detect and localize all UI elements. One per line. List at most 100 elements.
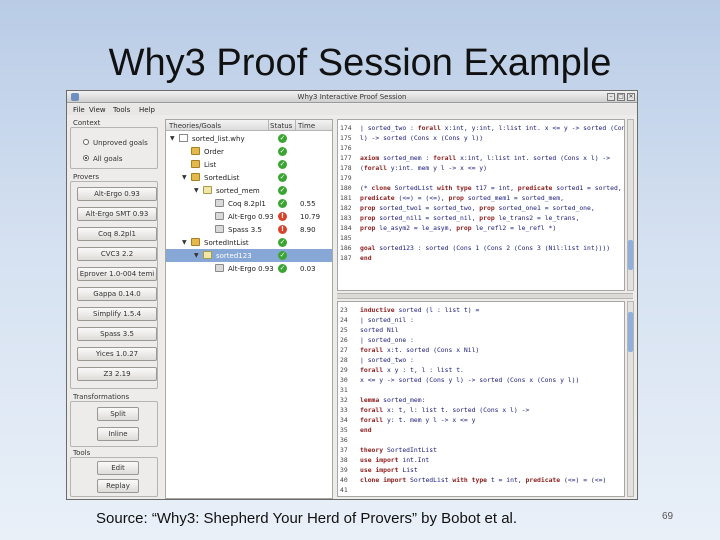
line-number: 25 [340,326,348,334]
slide-number: 69 [662,511,674,522]
line-number: 181 [340,194,352,202]
left-panel: Context Unproved goals All goals Provers… [69,117,161,499]
code-line: 23 inductive sorted (l : list t) = [338,305,624,314]
expander-icon[interactable]: ▼ [194,187,199,194]
code-text: prop sorted_nil1 = sorted_nil, prop le_t… [360,214,580,222]
inline-button[interactable]: Inline [97,427,139,441]
replay-button[interactable]: Replay [97,479,139,493]
failed-status-icon: ! [278,225,287,234]
menu-file[interactable]: File [73,106,85,114]
proved-status-icon: ✓ [278,134,287,143]
prover-alt-ergo-smt-button[interactable]: Alt-Ergo SMT 0.93 [77,207,157,221]
close-icon[interactable]: × [627,93,635,101]
code-line: 33 forall x: t, l: list t. sorted (Cons … [338,405,624,414]
code-line: 179 [338,173,624,182]
code-line: 41 [338,485,624,494]
code-line: 37 theory SortedIntList [338,445,624,454]
expander-icon[interactable]: ▼ [194,252,199,259]
code-text: | sorted_nil : [360,316,414,324]
tree-row[interactable]: List ✓ [166,158,332,171]
tree-row[interactable]: ▼ sorted_list.why ✓ [166,132,332,145]
pane-divider[interactable] [337,293,633,299]
tree-row[interactable]: Order ✓ [166,145,332,158]
code-line: 180 (* clone SortedList with type t17 = … [338,183,624,192]
tree-row[interactable]: ▼ sorted_mem ✓ [166,184,332,197]
code-text: predicate (<=) = (<=), prop sorted_mem1 … [360,194,564,202]
tree-row[interactable]: Alt-Ergo 0.93 ✓ 0.03 [166,262,332,275]
proved-status-icon: ✓ [278,160,287,169]
line-number: 38 [340,456,348,464]
expander-icon[interactable]: ▼ [182,174,187,181]
proved-status-icon: ✓ [278,251,287,260]
code-line: 36 [338,435,624,444]
menu-tools[interactable]: Tools [113,106,130,114]
menu-view[interactable]: View [89,106,106,114]
prover-alt-ergo-button[interactable]: Alt-Ergo 0.93 [77,187,157,201]
prover-spass-button[interactable]: Spass 3.5 [77,327,157,341]
code-text: x <= y -> sorted (Cons y l) -> sorted (C… [360,376,580,384]
expander-icon[interactable]: ▼ [182,239,187,246]
prover-cvc3-button[interactable]: CVC3 2.2 [77,247,157,261]
line-number: 29 [340,366,348,374]
minimize-icon[interactable]: – [607,93,615,101]
prover-gappa-button[interactable]: Gappa 0.14.0 [77,287,157,301]
code-line: 42 goal sorted123: sorted (Cons 1 (Cons … [338,495,624,496]
goal-icon [203,251,212,259]
transformations-label: Transformations [73,393,130,401]
tree-row-name: Alt-Ergo 0.93 [228,213,274,221]
code-text: (forall y:int. mem y l -> x <= y) [360,164,487,172]
line-number: 178 [340,164,352,172]
code-text: use import List [360,466,418,474]
tree-row[interactable]: ▼ SortedIntList ✓ [166,236,332,249]
slide-title: Why3 Proof Session Example [108,42,612,84]
code-text: forall y: t. mem y l -> x <= y [360,416,476,424]
prover-icon [215,264,224,272]
code-line: 35 end [338,425,624,434]
task-view-scrollbar[interactable] [627,119,634,291]
col-theories-goals[interactable]: Theories/Goals [169,122,221,130]
proved-status-icon: ✓ [278,186,287,195]
radio-unproved-goals[interactable] [83,139,89,145]
line-number: 39 [340,466,348,474]
goal-icon [203,186,212,194]
split-button[interactable]: Split [97,407,139,421]
tree-row[interactable]: Coq 8.2pl1 ✓ 0.55 [166,197,332,210]
source-view-scrollbar[interactable] [627,301,634,497]
tree-row-time: 0.55 [300,200,316,208]
code-line: 40 clone import SortedList with type t =… [338,475,624,484]
col-time[interactable]: Time [298,122,315,130]
prover-yices-button[interactable]: Yices 1.0.27 [77,347,157,361]
task-view-scroll-thumb[interactable] [628,240,633,270]
line-number: 34 [340,416,348,424]
menu-help[interactable]: Help [139,106,155,114]
source-view-scroll-thumb[interactable] [628,312,633,352]
tree-row-name: Alt-Ergo 0.93 [228,265,274,273]
prover-simplify-button[interactable]: Simplify 1.5.4 [77,307,157,321]
tree-row[interactable]: ▼ SortedList ✓ [166,171,332,184]
prover-z3-button[interactable]: Z3 2.19 [77,367,157,381]
code-line: 30 x <= y -> sorted (Cons y l) -> sorted… [338,375,624,384]
code-text: end [360,426,372,434]
prover-eprover-button[interactable]: Eprover 1.0-004 temi [77,267,157,281]
source-view[interactable]: 23 inductive sorted (l : list t) = 24 | s… [337,301,625,497]
task-view[interactable]: 174 | sorted_two : forall x:int, y:int, … [337,119,625,291]
line-number: 24 [340,316,348,324]
edit-button[interactable]: Edit [97,461,139,475]
tree-row[interactable]: Alt-Ergo 0.93! 10.79 [166,210,332,223]
expander-icon[interactable]: ▼ [170,135,175,142]
prover-coq-button[interactable]: Coq 8.2pl1 [77,227,157,241]
proved-status-icon: ✓ [278,147,287,156]
code-text: inductive sorted (l : list t) = [360,306,480,314]
col-status[interactable]: Status [270,122,292,130]
tree-row[interactable]: Spass 3.5! 8.90 [166,223,332,236]
tree-row[interactable]: ▼ sorted123 ✓ [166,249,332,262]
line-number: 177 [340,154,352,162]
radio-all-goals[interactable] [83,155,89,161]
line-number: 184 [340,224,352,232]
code-text: end [360,254,372,262]
provers-label: Provers [73,173,100,181]
line-number: 176 [340,144,352,152]
code-line: 174 | sorted_two : forall x:int, y:int, … [338,123,624,132]
maximize-icon[interactable]: □ [617,93,625,101]
code-text: axiom sorted_mem : forall x:int, l:list … [360,154,611,162]
